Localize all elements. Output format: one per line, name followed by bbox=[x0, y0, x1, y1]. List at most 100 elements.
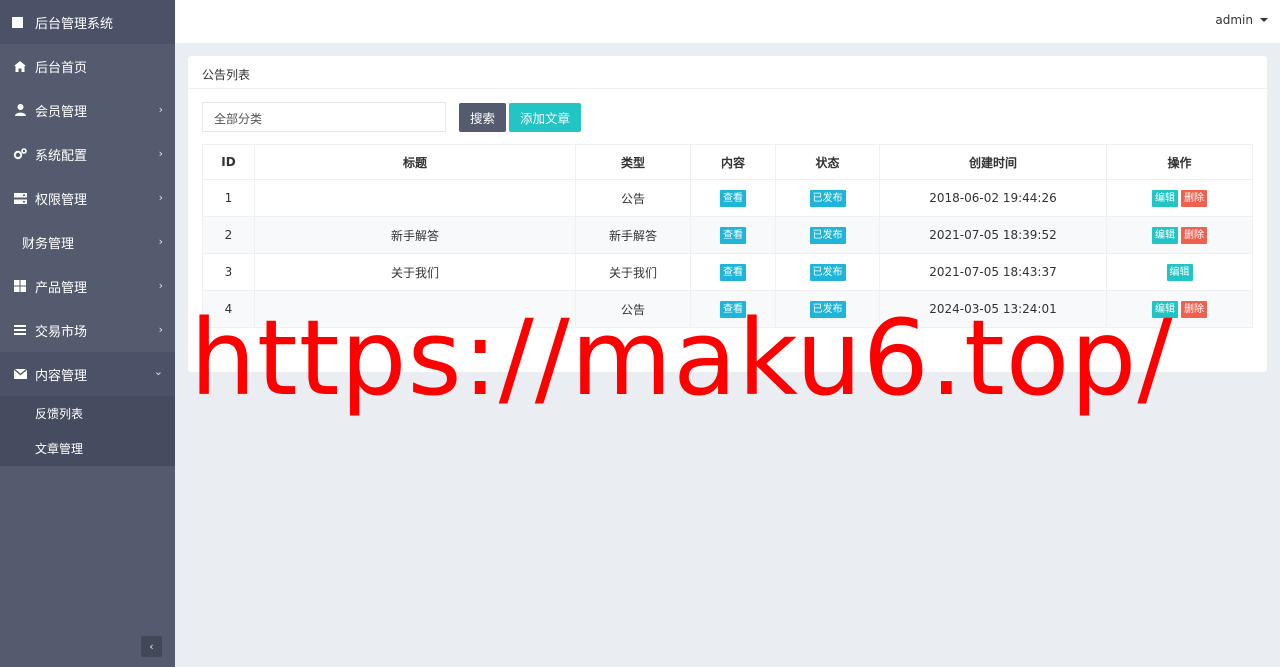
col-content: 内容 bbox=[690, 144, 776, 180]
subnav-label: 反馈列表 bbox=[35, 407, 84, 421]
cell-content: 查看 bbox=[690, 290, 776, 328]
list-icon bbox=[13, 323, 27, 337]
nav-label: 后台首页 bbox=[35, 60, 88, 76]
edit-button[interactable]: 编辑 bbox=[1152, 300, 1178, 318]
col-actions: 操作 bbox=[1106, 144, 1253, 180]
chevron-right-icon: › bbox=[158, 323, 163, 336]
nav-item-members[interactable]: 会员管理 › bbox=[0, 88, 175, 132]
chevron-right-icon: › bbox=[158, 191, 163, 204]
cell-id: 2 bbox=[202, 216, 255, 254]
delete-button[interactable]: 删除 bbox=[1181, 300, 1207, 318]
table-row: 3 关于我们 关于我们 查看 已发布 2021-07-05 18:43:37 编… bbox=[202, 253, 1253, 291]
cell-content: 查看 bbox=[690, 253, 776, 291]
user-menu[interactable]: admin bbox=[1215, 13, 1268, 27]
cell-actions: 编辑 删除 bbox=[1106, 216, 1253, 254]
col-type: 类型 bbox=[575, 144, 691, 180]
col-created: 创建时间 bbox=[879, 144, 1107, 180]
cell-type: 公告 bbox=[575, 179, 691, 217]
nav-item-content[interactable]: 内容管理 ⌄ bbox=[0, 352, 175, 396]
sidebar-collapse-button[interactable]: ‹ bbox=[141, 636, 162, 657]
cell-status: 已发布 bbox=[775, 290, 880, 328]
sidebar: 后台管理系统 后台首页 会员管理 › 系统配置 › 权限管理 › 财务管理 › bbox=[0, 0, 175, 667]
logo-square-icon bbox=[12, 16, 23, 28]
nav-item-system-config[interactable]: 系统配置 › bbox=[0, 132, 175, 176]
subnav-item-articles[interactable]: 文章管理 bbox=[0, 431, 175, 466]
user-name: admin bbox=[1215, 13, 1253, 27]
view-button[interactable]: 查看 bbox=[720, 189, 746, 207]
chevron-left-icon: ‹ bbox=[149, 640, 154, 653]
nav-item-permissions[interactable]: 权限管理 › bbox=[0, 176, 175, 220]
status-badge: 已发布 bbox=[809, 189, 846, 207]
subnav-item-feedback[interactable]: 反馈列表 bbox=[0, 396, 175, 431]
table-row: 2 新手解答 新手解答 查看 已发布 2021-07-05 18:39:52 编… bbox=[202, 216, 1253, 254]
edit-button[interactable]: 编辑 bbox=[1166, 263, 1193, 281]
cell-actions: 编辑 删除 bbox=[1106, 290, 1253, 328]
toolbar: 全部分类 搜索 添加文章 bbox=[202, 102, 582, 132]
view-button[interactable]: 查看 bbox=[720, 226, 746, 244]
cell-created: 2024-03-05 13:24:01 bbox=[879, 290, 1107, 328]
cell-created: 2021-07-05 18:39:52 bbox=[879, 216, 1107, 254]
nav-label: 权限管理 bbox=[35, 192, 88, 208]
panel-title: 公告列表 bbox=[188, 56, 1267, 89]
cell-actions: 编辑 bbox=[1106, 253, 1253, 291]
cell-actions: 编辑 删除 bbox=[1106, 179, 1253, 217]
chevron-right-icon: › bbox=[158, 103, 163, 116]
view-button[interactable]: 查看 bbox=[720, 300, 746, 318]
nav-label: 交易市场 bbox=[35, 324, 88, 340]
cell-status: 已发布 bbox=[775, 253, 880, 291]
nav-label: 产品管理 bbox=[35, 280, 88, 296]
col-title: 标题 bbox=[254, 144, 576, 180]
announcement-table: ID 标题 类型 内容 状态 创建时间 操作 1 公告 查看 已发布 2018-… bbox=[202, 144, 1253, 328]
cell-title bbox=[254, 290, 576, 328]
brand-title: 后台管理系统 bbox=[35, 16, 114, 32]
cell-created: 2018-06-02 19:44:26 bbox=[879, 179, 1107, 217]
announcement-panel: 公告列表 全部分类 搜索 添加文章 ID 标题 类型 内容 状态 创建时间 操作… bbox=[188, 56, 1267, 372]
cell-type: 关于我们 bbox=[575, 253, 691, 291]
user-icon bbox=[13, 103, 27, 117]
col-id: ID bbox=[202, 144, 255, 180]
view-button[interactable]: 查看 bbox=[720, 263, 746, 281]
cell-title: 关于我们 bbox=[254, 253, 576, 291]
cell-title bbox=[254, 179, 576, 217]
subnav-label: 文章管理 bbox=[35, 442, 84, 456]
cell-type: 新手解答 bbox=[575, 216, 691, 254]
chevron-right-icon: › bbox=[158, 279, 163, 292]
search-button[interactable]: 搜索 bbox=[459, 102, 507, 132]
nav-item-market[interactable]: 交易市场 › bbox=[0, 308, 175, 352]
brand[interactable]: 后台管理系统 bbox=[0, 0, 175, 44]
delete-button[interactable]: 删除 bbox=[1181, 226, 1207, 244]
nav-label: 内容管理 bbox=[35, 368, 88, 384]
status-badge: 已发布 bbox=[809, 263, 846, 281]
edit-button[interactable]: 编辑 bbox=[1152, 189, 1178, 207]
cell-content: 查看 bbox=[690, 216, 776, 254]
cell-status: 已发布 bbox=[775, 216, 880, 254]
category-select[interactable]: 全部分类 bbox=[202, 102, 446, 132]
edit-button[interactable]: 编辑 bbox=[1152, 226, 1178, 244]
col-status: 状态 bbox=[775, 144, 880, 180]
topbar: admin bbox=[175, 0, 1280, 43]
cell-id: 3 bbox=[202, 253, 255, 291]
add-article-button[interactable]: 添加文章 bbox=[509, 102, 582, 132]
envelope-icon bbox=[13, 367, 27, 381]
status-badge: 已发布 bbox=[809, 300, 846, 318]
nav-item-home[interactable]: 后台首页 bbox=[0, 44, 175, 88]
nav-item-products[interactable]: 产品管理 › bbox=[0, 264, 175, 308]
chevron-right-icon: › bbox=[158, 235, 163, 248]
cell-title: 新手解答 bbox=[254, 216, 576, 254]
cell-type: 公告 bbox=[575, 290, 691, 328]
windows-icon bbox=[13, 279, 27, 293]
cell-id: 1 bbox=[202, 179, 255, 217]
caret-down-icon bbox=[1260, 18, 1268, 22]
chevron-right-icon: › bbox=[158, 147, 163, 160]
server-icon bbox=[13, 191, 27, 205]
cell-id: 4 bbox=[202, 290, 255, 328]
nav-label: 会员管理 bbox=[35, 104, 88, 120]
chevron-down-icon: ⌄ bbox=[153, 365, 163, 378]
home-icon bbox=[13, 59, 27, 73]
nav-item-finance[interactable]: 财务管理 › bbox=[0, 220, 175, 264]
table-row: 1 公告 查看 已发布 2018-06-02 19:44:26 编辑 删除 bbox=[202, 179, 1253, 217]
nav-label: 财务管理 bbox=[22, 236, 75, 252]
table-header-row: ID 标题 类型 内容 状态 创建时间 操作 bbox=[202, 144, 1253, 180]
status-badge: 已发布 bbox=[809, 226, 846, 244]
delete-button[interactable]: 删除 bbox=[1181, 189, 1207, 207]
